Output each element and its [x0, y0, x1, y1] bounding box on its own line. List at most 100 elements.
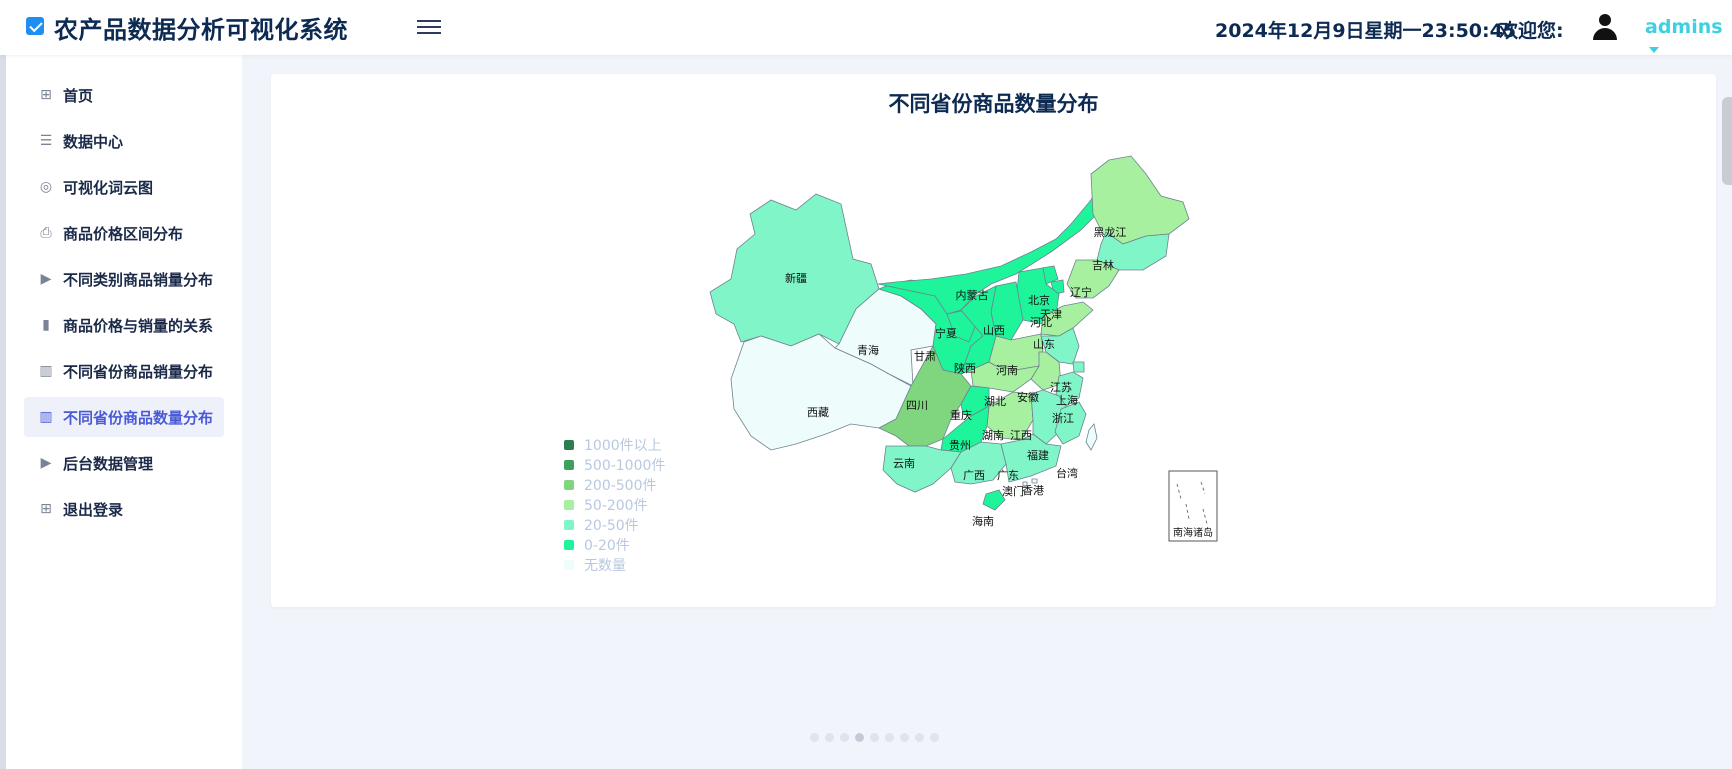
legend-label[interactable]: 50-200件	[584, 498, 648, 514]
province-label: 陕西	[954, 361, 976, 375]
province-label: 青海	[857, 343, 879, 357]
province-label: 甘肃	[914, 350, 936, 363]
province-label: 北京	[1028, 293, 1050, 307]
sidebar-item-2[interactable]: ◎ 可视化词云图	[24, 167, 224, 207]
sidebar-item-label: 不同省份商品数量分布	[63, 408, 214, 427]
pagination-dot[interactable]	[870, 733, 879, 742]
sidebar-item-label: 商品价格与销量的关系	[63, 316, 214, 335]
province-label: 香港	[1022, 484, 1044, 497]
legend-swatch[interactable]	[564, 440, 574, 450]
province-上海[interactable]	[1072, 361, 1085, 373]
username: admins	[1645, 16, 1723, 38]
inset-label: 南海诸岛	[1173, 526, 1213, 539]
province-label: 湖北	[984, 395, 1006, 408]
province-label: 安徽	[1017, 390, 1039, 404]
province-label: 上海	[1056, 393, 1078, 407]
province-label: 海南	[972, 514, 994, 528]
legend-label[interactable]: 200-500件	[584, 478, 657, 494]
sidebar-nav: ⊞ 首页 ☰ 数据中心 ◎ 可视化词云图 ⎙ 商品价格区间分布 ▶ 不同类别商品销量分布 ▮ 商品价格…	[6, 55, 242, 529]
province-label: 山西	[983, 324, 1005, 337]
map-icon: ▥	[39, 409, 53, 425]
pagination-dot[interactable]	[810, 733, 819, 742]
logo-icon	[26, 17, 44, 35]
province-label: 江苏	[1050, 381, 1072, 394]
province-label: 黑龙江	[1094, 226, 1127, 239]
legend-label[interactable]: 20-50件	[584, 518, 639, 534]
sidebar-item-label: 可视化词云图	[63, 178, 154, 197]
province-label: 西藏	[807, 406, 829, 419]
sidebar-item-9[interactable]: ⊞ 退出登录	[24, 489, 224, 529]
province-label: 山东	[1033, 338, 1055, 351]
user-menu-dropdown[interactable]: admins	[1645, 16, 1732, 60]
province-label: 澳门	[1002, 484, 1024, 498]
legend-swatch[interactable]	[564, 540, 574, 550]
province-label: 河北	[1030, 316, 1052, 329]
welcome-text: 欢迎您:	[1499, 20, 1564, 42]
province-label: 宁夏	[935, 326, 957, 340]
wordpress-icon: ◎	[39, 179, 53, 195]
legend-swatch[interactable]	[564, 460, 574, 470]
province-label: 云南	[893, 457, 915, 470]
legend-swatch[interactable]	[564, 480, 574, 490]
pagination-dot[interactable]	[900, 733, 909, 742]
pagination-dot[interactable]	[840, 733, 849, 742]
province-label: 新疆	[785, 271, 807, 285]
carousel-pagination	[810, 733, 939, 742]
current-datetime: 2024年12月9日星期一23:50:45	[1215, 20, 1517, 42]
sidebar-item-4[interactable]: ▶ 不同类别商品销量分布	[24, 259, 224, 299]
scrollbar-thumb[interactable]	[1722, 97, 1732, 185]
legend-swatch[interactable]	[564, 500, 574, 510]
pagination-dot[interactable]	[855, 733, 864, 742]
sidebar-item-label: 不同类别商品销量分布	[63, 270, 214, 289]
legend-label[interactable]: 无数量	[584, 558, 626, 574]
sidebar-item-1[interactable]: ☰ 数据中心	[24, 121, 224, 161]
legend-label[interactable]: 0-20件	[584, 538, 630, 554]
printer-icon: ⎙	[40, 225, 52, 241]
chart-card: 不同省份商品数量分布 新疆 西藏 青海 甘肃 宁夏 内蒙古 黑龙江 吉林 辽宁 北京 天津 河北 山西山…	[271, 74, 1716, 607]
sidebar-item-6[interactable]: ▥ 不同省份商品销量分布	[24, 351, 224, 391]
pagination-dot[interactable]	[885, 733, 894, 742]
sidebar: ⊞ 首页 ☰ 数据中心 ◎ 可视化词云图 ⎙ 商品价格区间分布 ▶ 不同类别商品销量分布 ▮ 商品价格…	[0, 55, 242, 769]
sidebar-item-label: 商品价格区间分布	[63, 224, 184, 243]
pagination-dot[interactable]	[825, 733, 834, 742]
legend-swatch[interactable]	[564, 560, 574, 570]
sidebar-item-label: 后台数据管理	[63, 454, 154, 473]
legend-swatch[interactable]	[564, 520, 574, 530]
sidebar-item-7[interactable]: ▥ 不同省份商品数量分布	[24, 397, 224, 437]
grid-icon: ⊞	[40, 501, 52, 517]
legend-label[interactable]: 500-1000件	[584, 458, 665, 474]
sidebar-item-label: 不同省份商品销量分布	[63, 362, 214, 381]
province-label: 台湾	[1056, 466, 1078, 480]
sidebar-item-label: 数据中心	[63, 132, 124, 151]
province-label: 湖南	[982, 429, 1004, 442]
caret-down-icon	[1649, 46, 1659, 53]
user-avatar-icon[interactable]	[1591, 14, 1619, 40]
menu-toggle-icon[interactable]	[417, 16, 441, 36]
sidebar-item-0[interactable]: ⊞ 首页	[24, 75, 224, 115]
play-icon: ▶	[40, 271, 52, 287]
sidebar-item-5[interactable]: ▮ 商品价格与销量的关系	[24, 305, 224, 345]
province-label: 贵州	[949, 439, 971, 452]
pagination-dot[interactable]	[915, 733, 924, 742]
china-province-map: 新疆西藏青海 甘肃宁夏内蒙古黑龙江吉林辽宁北京天津河北山西山东陕西 河南江苏安徽 上海…	[564, 155, 1218, 574]
bar-chart-icon: ▮	[42, 317, 50, 333]
province-label: 吉林	[1092, 258, 1114, 272]
province-label: 内蒙古	[956, 288, 989, 302]
sidebar-item-label: 退出登录	[63, 500, 124, 519]
province-label: 广西	[963, 469, 985, 482]
province-label: 广东	[997, 469, 1019, 482]
sidebar-item-3[interactable]: ⎙ 商品价格区间分布	[24, 213, 224, 253]
sidebar-item-8[interactable]: ▶ 后台数据管理	[24, 443, 224, 483]
top-navbar: 农产品数据分析可视化系统 2024年12月9日星期一23:50:45 欢迎您: …	[0, 0, 1732, 55]
province-label: 重庆	[950, 408, 972, 422]
database-icon: ☰	[39, 133, 53, 149]
province-label: 江西	[1010, 429, 1032, 442]
province-香港[interactable]	[1031, 478, 1038, 484]
province-label: 浙江	[1052, 412, 1074, 425]
app-title: 农产品数据分析可视化系统	[54, 16, 348, 44]
pagination-dot[interactable]	[930, 733, 939, 742]
province-台湾[interactable]	[1085, 423, 1098, 451]
province-label: 河南	[996, 364, 1018, 377]
province-label: 福建	[1027, 448, 1049, 462]
legend-label[interactable]: 1000件以上	[584, 438, 662, 454]
